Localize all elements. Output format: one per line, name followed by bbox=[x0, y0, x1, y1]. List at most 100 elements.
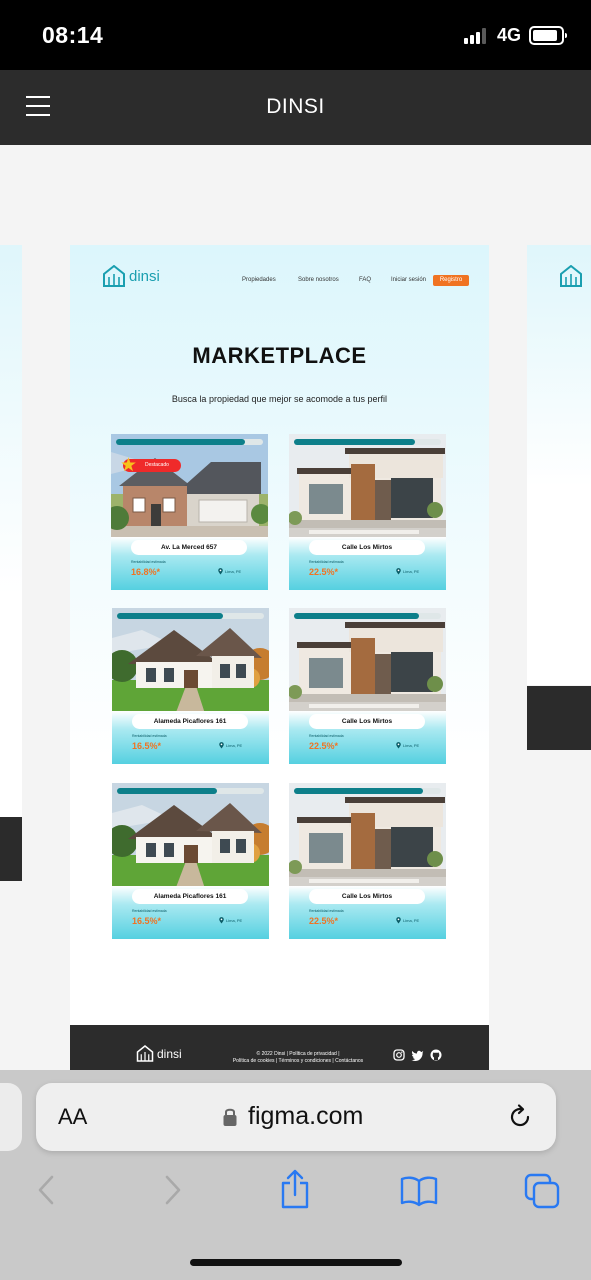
footer-logo-text: dinsi bbox=[157, 1046, 182, 1061]
back-icon[interactable] bbox=[36, 1173, 56, 1207]
property-photo bbox=[111, 434, 268, 549]
funding-progress-bar bbox=[294, 613, 441, 619]
marketplace-frame[interactable]: dinsi Propiedades Sobre nosotros FAQ Ini… bbox=[70, 245, 489, 1070]
property-location: Lima, PE bbox=[219, 742, 242, 749]
property-name[interactable]: Calle Los Mirtos bbox=[309, 889, 425, 904]
location-pin-icon bbox=[396, 568, 401, 575]
lock-icon bbox=[223, 1108, 237, 1126]
page-subtitle: Busca la propiedad que mejor se acomode … bbox=[171, 394, 388, 404]
property-card[interactable]: Alameda Picaflores 161 Rentabilidad estim… bbox=[112, 608, 269, 764]
social-icons bbox=[393, 1049, 442, 1061]
property-photo bbox=[112, 608, 269, 723]
nav-item-faq[interactable]: FAQ bbox=[359, 277, 371, 283]
funding-progress-fill bbox=[117, 788, 217, 794]
reload-icon[interactable] bbox=[508, 1103, 534, 1131]
property-photo bbox=[289, 434, 446, 549]
funding-progress-bar bbox=[294, 439, 441, 445]
property-location: Lima, PE bbox=[218, 568, 241, 575]
location-pin-icon bbox=[219, 917, 224, 924]
site-footer: dinsi © 2022 Dinsi | Política de privaci… bbox=[70, 1025, 489, 1070]
adjacent-frame-right-footer bbox=[527, 686, 591, 750]
property-name[interactable]: Av. La Merced 657 bbox=[131, 540, 247, 555]
location-pin-icon bbox=[218, 568, 223, 575]
location-pin-icon bbox=[396, 917, 401, 924]
property-name[interactable]: Calle Los Mirtos bbox=[309, 714, 425, 729]
register-button[interactable]: Registro bbox=[433, 275, 469, 286]
property-photo bbox=[289, 783, 446, 898]
location-pin-icon bbox=[396, 742, 401, 749]
funding-progress-bar bbox=[294, 788, 441, 794]
location-text: Lima, PE bbox=[226, 743, 243, 748]
property-location: Lima, PE bbox=[396, 568, 419, 575]
site-logo[interactable]: dinsi bbox=[102, 265, 160, 287]
property-name[interactable]: Calle Los Mirtos bbox=[309, 540, 425, 555]
footer-line-2[interactable]: Política de cookies | Términos y condici… bbox=[218, 1058, 378, 1065]
yield-value: 22.5%* bbox=[309, 567, 339, 577]
location-text: Lima, PE bbox=[225, 569, 242, 574]
footer-logo[interactable]: dinsi bbox=[136, 1045, 182, 1062]
yield-value: 16.8%* bbox=[131, 567, 161, 577]
yield-label: Rentabilidad estimada bbox=[132, 909, 167, 913]
reader-settings-button[interactable]: AA bbox=[58, 1104, 87, 1130]
footer-line-1[interactable]: © 2022 Dinsi | Política de privacidad | bbox=[218, 1051, 378, 1058]
property-card[interactable]: Calle Los Mirtos Rentabilidad estimada 22.… bbox=[289, 608, 446, 764]
location-text: Lima, PE bbox=[226, 918, 243, 923]
property-card[interactable]: Calle Los Mirtos Rentabilidad estimada 22.… bbox=[289, 434, 446, 590]
tabs-icon[interactable] bbox=[524, 1173, 562, 1209]
nav-item-iniciar-sesion[interactable]: Iniciar sesión bbox=[391, 277, 426, 283]
status-time: 08:14 bbox=[42, 22, 104, 48]
nav-item-propiedades[interactable]: Propiedades bbox=[242, 277, 276, 283]
figma-canvas[interactable]: dinsi Propiedades Sobre nosotros FAQ Ini… bbox=[0, 145, 591, 1070]
previous-tab-bar[interactable] bbox=[0, 1083, 22, 1151]
adjacent-frame-left[interactable] bbox=[0, 245, 22, 881]
property-card[interactable]: Alameda Picaflores 161 Rentabilidad estim… bbox=[112, 783, 269, 939]
address-bar[interactable]: AA figma.com bbox=[36, 1083, 556, 1151]
cellular-signal-icon bbox=[464, 28, 490, 44]
status-bar: 08:14 4G bbox=[0, 0, 591, 70]
yield-value: 22.5%* bbox=[309, 741, 339, 751]
location-text: Lima, PE bbox=[403, 918, 420, 923]
star-icon: ★ bbox=[120, 455, 138, 476]
funding-progress-fill bbox=[116, 439, 246, 445]
funding-progress-fill bbox=[294, 788, 424, 794]
network-type: 4G bbox=[497, 25, 522, 45]
battery-icon bbox=[529, 26, 567, 45]
github-icon[interactable] bbox=[430, 1049, 442, 1061]
forward-icon[interactable] bbox=[163, 1173, 183, 1207]
yield-value: 22.5%* bbox=[309, 916, 339, 926]
page-title: MARKETPLACE bbox=[192, 343, 367, 368]
nav-item-sobre-nosotros[interactable]: Sobre nosotros bbox=[298, 277, 339, 283]
property-card[interactable]: Av. La Merced 657 Rentabilidad estimada 16… bbox=[111, 434, 268, 590]
aa-label: AA bbox=[58, 1104, 88, 1129]
dinsi-logo-icon bbox=[103, 265, 125, 287]
funding-progress-fill bbox=[294, 613, 419, 619]
twitter-icon[interactable] bbox=[411, 1049, 424, 1061]
yield-label: Rentabilidad estimada bbox=[131, 560, 166, 564]
property-photo bbox=[289, 608, 446, 723]
property-photo bbox=[112, 783, 269, 898]
dinsi-logo-icon bbox=[136, 1045, 154, 1062]
property-name[interactable]: Alameda Picaflores 161 bbox=[132, 714, 248, 729]
adjacent-frame-right[interactable] bbox=[527, 245, 591, 685]
footer-legal: © 2022 Dinsi | Política de privacidad | … bbox=[218, 1051, 378, 1065]
property-card[interactable]: Calle Los Mirtos Rentabilidad estimada 22.… bbox=[289, 783, 446, 939]
yield-label: Rentabilidad estimada bbox=[309, 909, 344, 913]
logo-text: dinsi bbox=[129, 267, 160, 285]
funding-progress-fill bbox=[294, 439, 415, 445]
location-text: Lima, PE bbox=[403, 569, 420, 574]
property-name[interactable]: Alameda Picaflores 161 bbox=[132, 889, 248, 904]
app-title: DINSI bbox=[266, 95, 325, 118]
url-text[interactable]: figma.com bbox=[248, 1102, 363, 1131]
home-indicator bbox=[190, 1259, 402, 1266]
yield-value: 16.5%* bbox=[132, 741, 162, 751]
share-icon[interactable] bbox=[279, 1168, 311, 1210]
adjacent-frame-left-footer bbox=[0, 817, 22, 881]
funding-progress-fill bbox=[117, 613, 223, 619]
funding-progress-bar bbox=[117, 788, 264, 794]
property-location: Lima, PE bbox=[396, 742, 419, 749]
bookmarks-icon[interactable] bbox=[399, 1175, 439, 1207]
location-text: Lima, PE bbox=[403, 743, 420, 748]
yield-label: Rentabilidad estimada bbox=[132, 734, 167, 738]
instagram-icon[interactable] bbox=[393, 1049, 405, 1061]
property-location: Lima, PE bbox=[219, 917, 242, 924]
